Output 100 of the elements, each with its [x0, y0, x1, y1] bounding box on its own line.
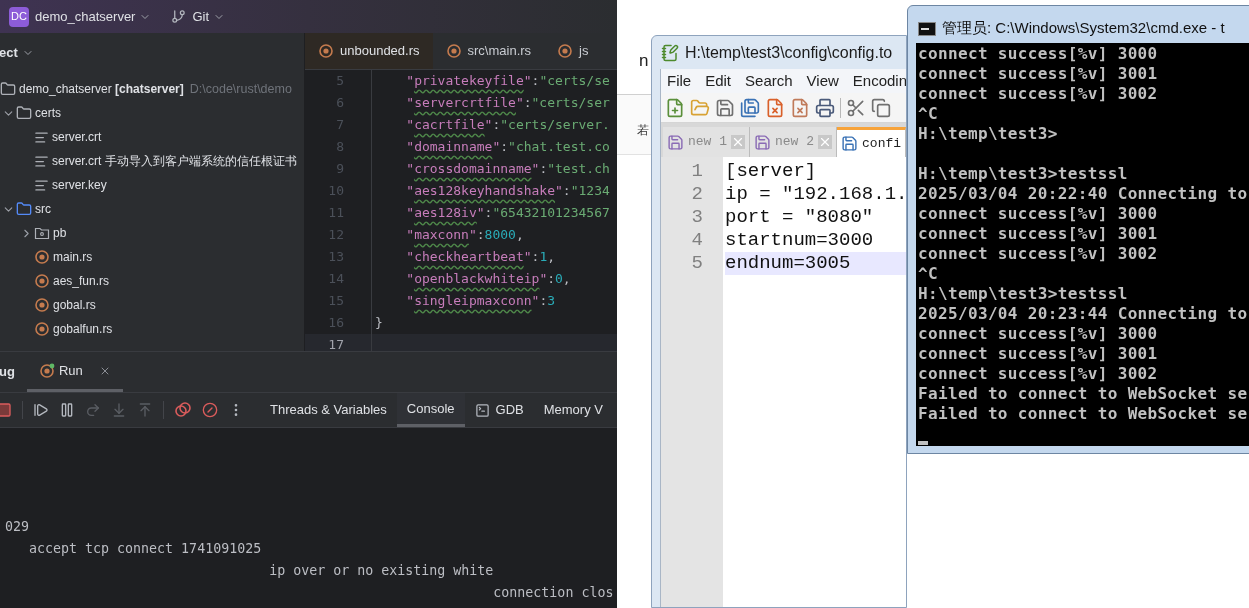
console-line: H:\temp\test3>	[918, 124, 1058, 143]
code-line: "cacrtfile":"certs/server.	[405, 117, 610, 132]
page-text: n	[639, 51, 649, 70]
panel-title: ect	[0, 43, 18, 62]
notepad-icon	[661, 43, 679, 62]
code-line: "aes128iv":"65432101234567	[405, 205, 610, 220]
tree-item[interactable]: gobalfun.rs	[53, 320, 113, 338]
new-file-icon[interactable]	[665, 97, 685, 118]
console-line: accept tcp connect 1741091025	[28, 541, 262, 556]
console-icon	[918, 21, 936, 36]
console-line: connect success[%v] 3001	[918, 344, 1158, 363]
tree-item[interactable]: gobal.rs	[53, 296, 96, 314]
console-line: connect success[%v] 3002	[918, 244, 1158, 263]
mute-breakpoints-icon[interactable]	[202, 402, 218, 418]
cursor	[918, 441, 928, 445]
run-icon	[38, 362, 55, 379]
text-line: startnum=3000	[725, 229, 874, 251]
menu-item[interactable]: Encodin	[852, 69, 906, 93]
console-line: connect success[%v] 3002	[918, 364, 1158, 383]
text-line: endnum=3005	[725, 252, 851, 274]
tree-item[interactable]: server.key	[52, 176, 107, 194]
line-number: 4	[691, 229, 703, 252]
debug-tab[interactable]: Memory V	[533, 393, 613, 427]
tree-item[interactable]: server.crt 手动导入到客户端系统的信任根证书	[52, 152, 297, 170]
editor-tab[interactable]: src\main.rs	[432, 33, 545, 69]
code-line: "maxconn":8000,	[405, 227, 524, 242]
text-file-icon	[34, 153, 49, 169]
window-title: 管理员: C:\Windows\System32\cmd.exe - t	[942, 18, 1225, 39]
menu-item[interactable]: Edit	[705, 69, 732, 93]
tool-tab[interactable]: ug	[0, 352, 27, 392]
tree-item[interactable]: server.crt	[52, 128, 102, 146]
tree-item[interactable]: demo_chatserver [chatserver]	[19, 80, 184, 98]
editor-tab[interactable]: unbounded.rs	[305, 33, 433, 69]
cog-icon	[34, 249, 50, 265]
cog-icon	[34, 273, 50, 289]
console-line: connect success[%v] 3001	[918, 64, 1158, 83]
console-line: Failed to connect to WebSocket se	[918, 404, 1248, 423]
code-line: }	[375, 315, 383, 330]
text-line: port = "8080"	[725, 206, 874, 228]
tree-item[interactable]: certs	[35, 104, 61, 122]
cog-icon	[445, 43, 462, 59]
tree-item[interactable]: main.rs	[53, 248, 93, 266]
code-line: "privatekeyfile":"certs/se	[405, 73, 610, 88]
tree-item[interactable]: aes_fun.rs	[53, 272, 110, 290]
editor-tab[interactable]: js	[544, 33, 602, 69]
code-line: "checkheartbeat":1,	[405, 249, 556, 264]
console-line: Failed to connect to WebSocket se	[918, 384, 1248, 403]
save-icon[interactable]	[715, 97, 735, 118]
debug-tab[interactable]: GDB	[464, 393, 534, 427]
vcs-menu[interactable]: Git	[192, 6, 226, 27]
text-line: [server]	[725, 160, 817, 182]
file-tab[interactable]: confi	[837, 127, 906, 157]
console-line: connect success[%v] 3001	[918, 224, 1158, 243]
path-label: D:\code\rust\demo	[189, 80, 292, 98]
console-line: 2025/03/04 20:22:40 Connecting to	[918, 184, 1248, 203]
menu-item[interactable]: View	[806, 69, 839, 93]
code-line: "singleipmaxconn":3	[405, 293, 556, 308]
console-line: connect success[%v] 3000	[918, 44, 1158, 63]
stop-icon[interactable]	[0, 402, 12, 418]
cog-icon	[34, 321, 50, 337]
menu-item[interactable]: File	[667, 69, 692, 93]
console-line: connection clos	[492, 585, 614, 600]
line-number: 3	[691, 206, 703, 229]
cog-icon	[557, 43, 574, 59]
save-all-icon[interactable]	[740, 97, 760, 118]
code-line: "servercrtfile":"certs/ser	[405, 95, 610, 110]
tree-item[interactable]: pb	[53, 224, 67, 242]
cog-icon	[34, 297, 50, 313]
code-line: "openblackwhiteip":0,	[405, 271, 571, 286]
print-icon[interactable]	[815, 97, 835, 118]
code-line: "crossdomainname":"test.ch	[405, 161, 610, 176]
console-line: 029	[5, 519, 30, 534]
folder-icon	[0, 81, 16, 97]
menu-item[interactable]: Search	[745, 69, 793, 93]
close-file-icon[interactable]	[765, 97, 785, 118]
package-folder-icon	[34, 225, 50, 241]
close-all-icon[interactable]	[790, 97, 810, 118]
line-number: 5	[691, 252, 703, 275]
text-file-icon	[34, 129, 49, 145]
copy-icon[interactable]	[871, 97, 891, 118]
debug-tab[interactable]: Console	[396, 393, 465, 427]
text-file-icon	[34, 177, 49, 193]
debug-tab[interactable]: Threads & Variables	[260, 393, 397, 427]
tree-item[interactable]: src	[35, 200, 51, 218]
cut-icon[interactable]	[846, 97, 866, 118]
code-line: "aes128keyhandshake":"1234	[405, 183, 610, 198]
project-selector[interactable]: demo_chatserver	[35, 6, 152, 27]
line-number: 17	[328, 336, 344, 351]
console-line: ^C	[918, 104, 938, 123]
resume-icon[interactable]	[33, 402, 49, 418]
console-line: connect success[%v] 3000	[918, 324, 1158, 343]
line-number: 1	[691, 160, 703, 183]
console-line: ^C	[918, 264, 938, 283]
open-folder-icon[interactable]	[690, 97, 710, 118]
code-line: "domainname":"chat.test.co	[405, 139, 610, 154]
breakpoints-icon[interactable]	[174, 401, 192, 419]
console-line: H:\temp\test3>testssl	[918, 164, 1128, 183]
line-number: 2	[691, 183, 703, 206]
pause-icon[interactable]	[59, 402, 75, 418]
page-text: 若	[637, 123, 649, 137]
